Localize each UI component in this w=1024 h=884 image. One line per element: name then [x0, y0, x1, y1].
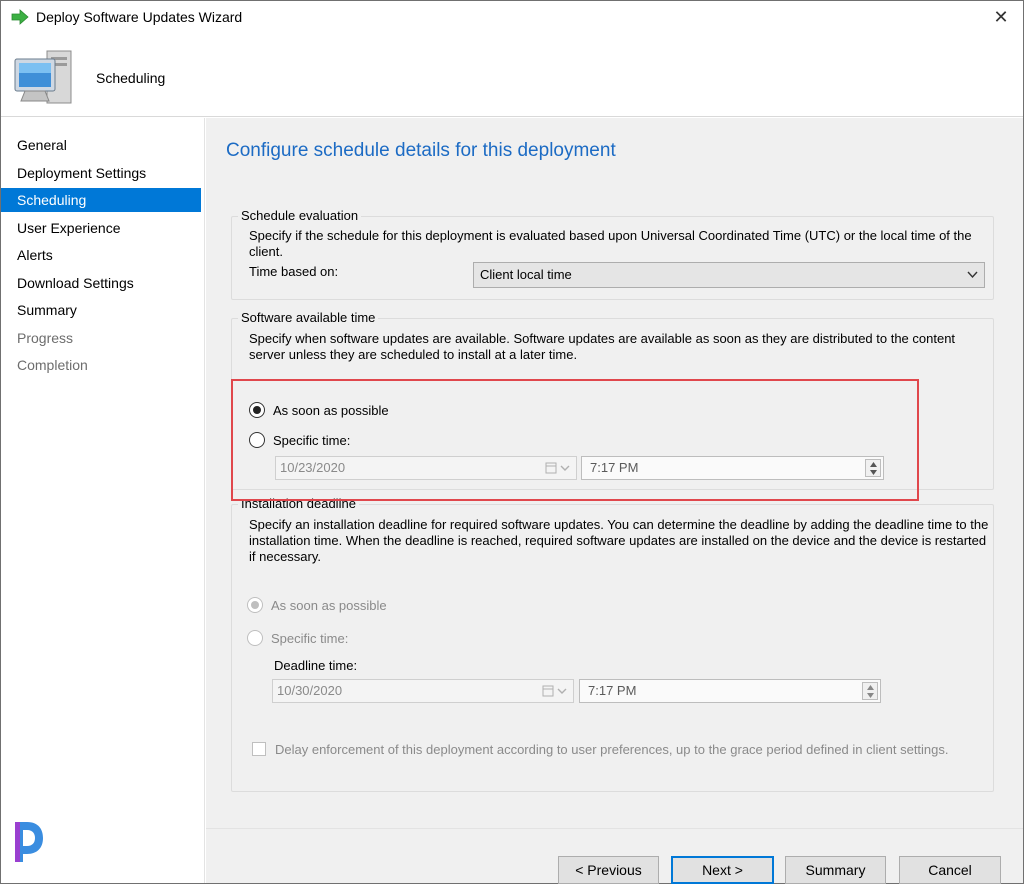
deadline-time-value: 7:17 PM — [588, 683, 637, 698]
wizard-content: Configure schedule details for this depl… — [206, 118, 1023, 828]
delay-enforcement-checkbox: Delay enforcement of this deployment acc… — [252, 740, 949, 758]
schedule-evaluation-group: Schedule evaluation Specify if the sched… — [231, 208, 994, 300]
calendar-dropdown-icon — [542, 685, 567, 697]
previous-button[interactable]: < Previous — [558, 856, 659, 884]
chevron-down-icon — [967, 271, 978, 279]
deadline-time-label: Deadline time: — [274, 658, 358, 673]
available-date-picker[interactable]: 10/23/2020 — [275, 456, 577, 480]
available-date-value: 10/23/2020 — [280, 460, 346, 475]
sidebar-item-general[interactable]: General — [1, 133, 201, 157]
radio-selected-disabled-icon — [247, 597, 263, 613]
time-based-on-dropdown[interactable]: Client local time — [473, 262, 985, 288]
calendar-dropdown-icon — [545, 462, 570, 474]
deadline-asap-radio: As soon as possible — [247, 595, 387, 615]
checkbox-unchecked-icon — [252, 742, 266, 756]
wizard-sidebar: General Deployment Settings Scheduling U… — [1, 118, 205, 883]
deadline-date-value: 10/30/2020 — [277, 683, 343, 698]
cancel-button[interactable]: Cancel — [899, 856, 1001, 884]
green-arrow-icon — [11, 9, 29, 25]
page-title: Scheduling — [96, 70, 166, 86]
spin-up-icon — [867, 685, 874, 690]
deadline-specific-time-radio: Specific time: — [247, 628, 348, 648]
deadline-asap-label: As soon as possible — [271, 597, 387, 613]
computer-icon — [14, 50, 72, 104]
available-asap-label: As soon as possible — [273, 402, 389, 418]
available-time-spinner[interactable] — [865, 459, 881, 477]
installation-deadline-description: Specify an installation deadline for req… — [249, 517, 989, 564]
installation-deadline-legend: Installation deadline — [238, 496, 359, 511]
brand-logo-icon — [15, 822, 43, 862]
radio-unselected-icon — [249, 432, 265, 448]
spin-down-icon — [867, 693, 874, 698]
sidebar-item-deployment-settings[interactable]: Deployment Settings — [1, 161, 201, 185]
deadline-time-spinner — [862, 682, 878, 700]
window-title: Deploy Software Updates Wizard — [36, 9, 243, 25]
sidebar-item-download-settings[interactable]: Download Settings — [1, 271, 201, 295]
available-specific-time-label: Specific time: — [273, 432, 351, 448]
close-button[interactable]: ✕ — [985, 3, 1017, 31]
sidebar-item-alerts[interactable]: Alerts — [1, 243, 201, 267]
close-icon: ✕ — [993, 6, 1009, 27]
available-specific-time-radio[interactable]: Specific time: — [249, 430, 350, 450]
time-based-on-value: Client local time — [480, 267, 572, 282]
available-time-field[interactable]: 7:17 PM — [581, 456, 884, 480]
summary-button[interactable]: Summary — [785, 856, 886, 884]
wizard-window: Deploy Software Updates Wizard ✕ Schedul… — [0, 0, 1024, 884]
deadline-time-field: 7:17 PM — [579, 679, 881, 703]
sidebar-item-completion: Completion — [17, 357, 88, 373]
delay-enforcement-label: Delay enforcement of this deployment acc… — [275, 741, 949, 757]
deadline-specific-time-label: Specific time: — [271, 630, 349, 646]
next-button[interactable]: Next > — [671, 856, 774, 884]
wizard-header: Scheduling — [1, 33, 1023, 117]
available-time-value: 7:17 PM — [590, 460, 639, 475]
title-bar: Deploy Software Updates Wizard ✕ — [1, 1, 1023, 33]
software-available-time-legend: Software available time — [238, 310, 379, 325]
content-heading: Configure schedule details for this depl… — [226, 140, 616, 161]
sidebar-item-progress: Progress — [17, 330, 74, 346]
available-asap-radio[interactable]: As soon as possible — [249, 400, 389, 420]
software-available-description: Specify when software updates are availa… — [249, 331, 956, 362]
radio-unselected-disabled-icon — [247, 630, 263, 646]
sidebar-item-scheduling[interactable]: Scheduling — [1, 188, 201, 212]
spin-down-icon — [870, 470, 877, 475]
schedule-evaluation-description: Specify if the schedule for this deploym… — [249, 228, 972, 259]
schedule-evaluation-legend: Schedule evaluation — [238, 208, 362, 223]
sidebar-item-summary[interactable]: Summary — [1, 298, 201, 322]
software-available-time-group: Software available time Specify when sof… — [231, 310, 994, 490]
radio-selected-icon — [249, 402, 265, 418]
wizard-footer: < Previous Next > Summary Cancel — [206, 828, 1023, 884]
deadline-date-picker: 10/30/2020 — [272, 679, 574, 703]
time-based-on-label: Time based on: — [249, 264, 339, 279]
sidebar-item-user-experience[interactable]: User Experience — [1, 216, 201, 240]
spin-up-icon — [870, 462, 877, 467]
installation-deadline-group: Installation deadline Specify an install… — [231, 496, 994, 792]
